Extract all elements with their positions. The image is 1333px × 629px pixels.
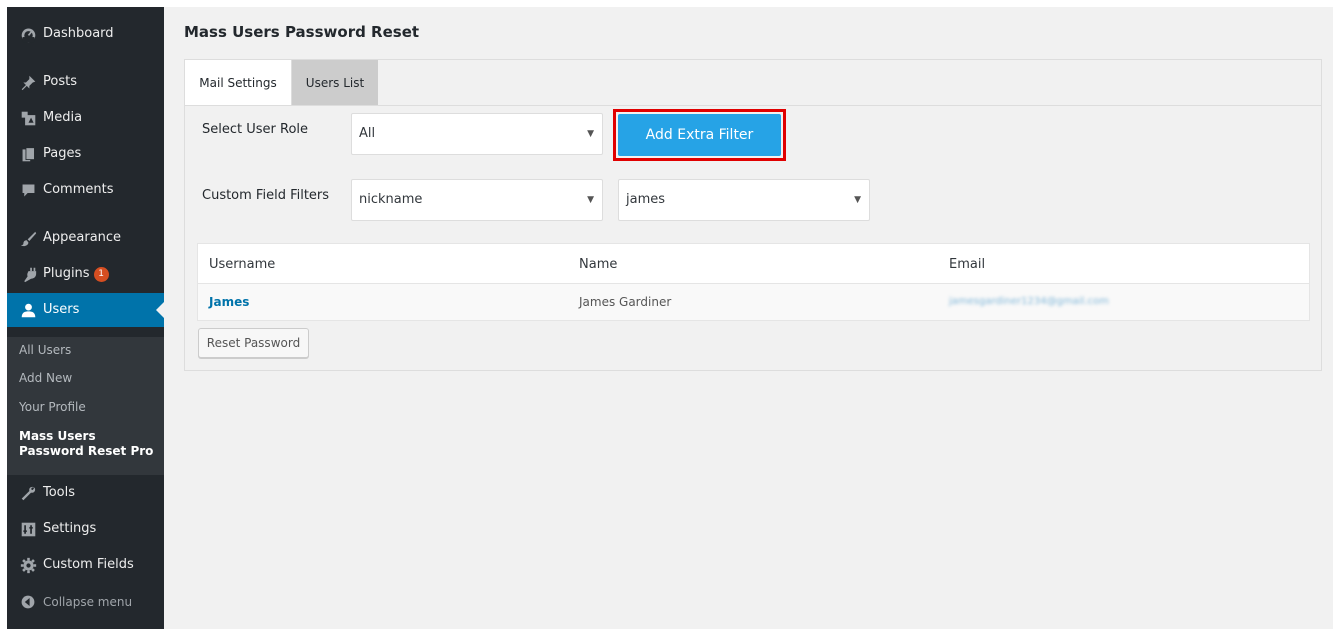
sidebar-item-media[interactable]: Media	[7, 101, 164, 135]
sidebar-item-label: Appearance	[43, 230, 122, 245]
column-header-username: Username	[209, 257, 276, 272]
comment-icon	[19, 181, 37, 199]
paintbrush-icon	[19, 229, 37, 247]
sidebar-item-users[interactable]: Users	[7, 293, 164, 327]
users-icon	[19, 301, 37, 319]
user-role-value: All	[359, 126, 376, 141]
pages-icon	[19, 145, 37, 163]
update-count-badge: 1	[93, 267, 109, 282]
custom-field-value: nickname	[359, 192, 423, 207]
sidebar-item-label: Tools	[43, 485, 76, 500]
submenu-item-all-users[interactable]: All Users	[19, 343, 71, 357]
submenu-item-mass-users-password-reset-pro[interactable]: Mass Users Password Reset Pro	[19, 429, 159, 459]
username-link[interactable]: James	[209, 295, 249, 309]
admin-sidebar: Dashboard Posts Media Pages Comments App…	[7, 7, 164, 629]
sidebar-item-appearance[interactable]: Appearance	[7, 221, 164, 255]
active-menu-arrow	[156, 302, 164, 318]
users-table: Username Name Email James James Gardiner…	[197, 243, 1310, 321]
collapse-icon	[19, 593, 37, 611]
sidebar-item-settings[interactable]: Settings	[7, 512, 164, 546]
user-email-cell: jamesgardiner1234@gmail.com	[949, 296, 1109, 307]
tab-users-list[interactable]: Users List	[292, 60, 378, 105]
submenu-item-your-profile[interactable]: Your Profile	[19, 400, 86, 414]
custom-field-select[interactable]: nickname ▼	[351, 179, 603, 221]
tab-mail-settings[interactable]: Mail Settings	[185, 60, 292, 105]
sidebar-item-label: Posts	[43, 74, 77, 89]
sidebar-item-posts[interactable]: Posts	[7, 65, 164, 99]
submenu-item-add-new[interactable]: Add New	[19, 371, 72, 385]
reset-password-button[interactable]: Reset Password	[198, 328, 309, 358]
sidebar-item-label: Comments	[43, 182, 114, 197]
chevron-down-icon: ▼	[854, 195, 861, 205]
settings-icon	[19, 520, 37, 538]
sidebar-item-label: Media	[43, 110, 83, 125]
sidebar-item-label: Dashboard	[43, 26, 114, 41]
gear-icon	[19, 556, 37, 574]
column-header-name: Name	[579, 257, 618, 272]
sidebar-item-custom-fields[interactable]: Custom Fields	[7, 548, 164, 582]
custom-value-select[interactable]: james ▼	[618, 179, 870, 221]
window-frame-top	[0, 0, 1333, 7]
chevron-down-icon: ▼	[587, 195, 594, 205]
sidebar-item-label: Custom Fields	[43, 557, 134, 572]
sidebar-item-pages[interactable]: Pages	[7, 137, 164, 171]
select-user-role-label: Select User Role	[202, 122, 309, 137]
users-submenu: All Users Add New Your Profile Mass User…	[7, 337, 164, 475]
page-title: Mass Users Password Reset	[184, 23, 420, 41]
custom-field-filters-label: Custom Field Filters	[202, 188, 330, 203]
plugin-icon	[19, 265, 37, 283]
table-row: James James Gardiner jamesgardiner1234@g…	[198, 284, 1309, 320]
media-icon	[19, 109, 37, 127]
window-frame-left	[0, 0, 7, 629]
sidebar-item-label: Users	[43, 302, 80, 317]
column-header-email: Email	[949, 257, 986, 272]
sidebar-item-dashboard[interactable]: Dashboard	[7, 17, 164, 51]
sidebar-item-label: Collapse menu	[43, 595, 133, 609]
dashboard-icon	[19, 25, 37, 43]
sidebar-item-plugins[interactable]: Plugins 1	[7, 257, 164, 291]
user-name-cell: James Gardiner	[579, 295, 672, 309]
wrench-icon	[19, 484, 37, 502]
pushpin-icon	[19, 73, 37, 91]
sidebar-item-label: Pages	[43, 146, 82, 161]
chevron-down-icon: ▼	[587, 129, 594, 139]
sidebar-item-tools[interactable]: Tools	[7, 476, 164, 510]
custom-value-value: james	[626, 192, 666, 207]
sidebar-item-comments[interactable]: Comments	[7, 173, 164, 207]
add-extra-filter-button[interactable]: Add Extra Filter	[618, 114, 781, 156]
collapse-menu-button[interactable]: Collapse menu	[7, 585, 164, 619]
sidebar-item-label: Plugins 1	[43, 266, 109, 282]
tab-bar: Mail Settings Users List	[185, 60, 1321, 106]
sidebar-item-label: Settings	[43, 521, 97, 536]
plugins-label-text: Plugins	[43, 266, 90, 281]
user-role-select[interactable]: All ▼	[351, 113, 603, 155]
